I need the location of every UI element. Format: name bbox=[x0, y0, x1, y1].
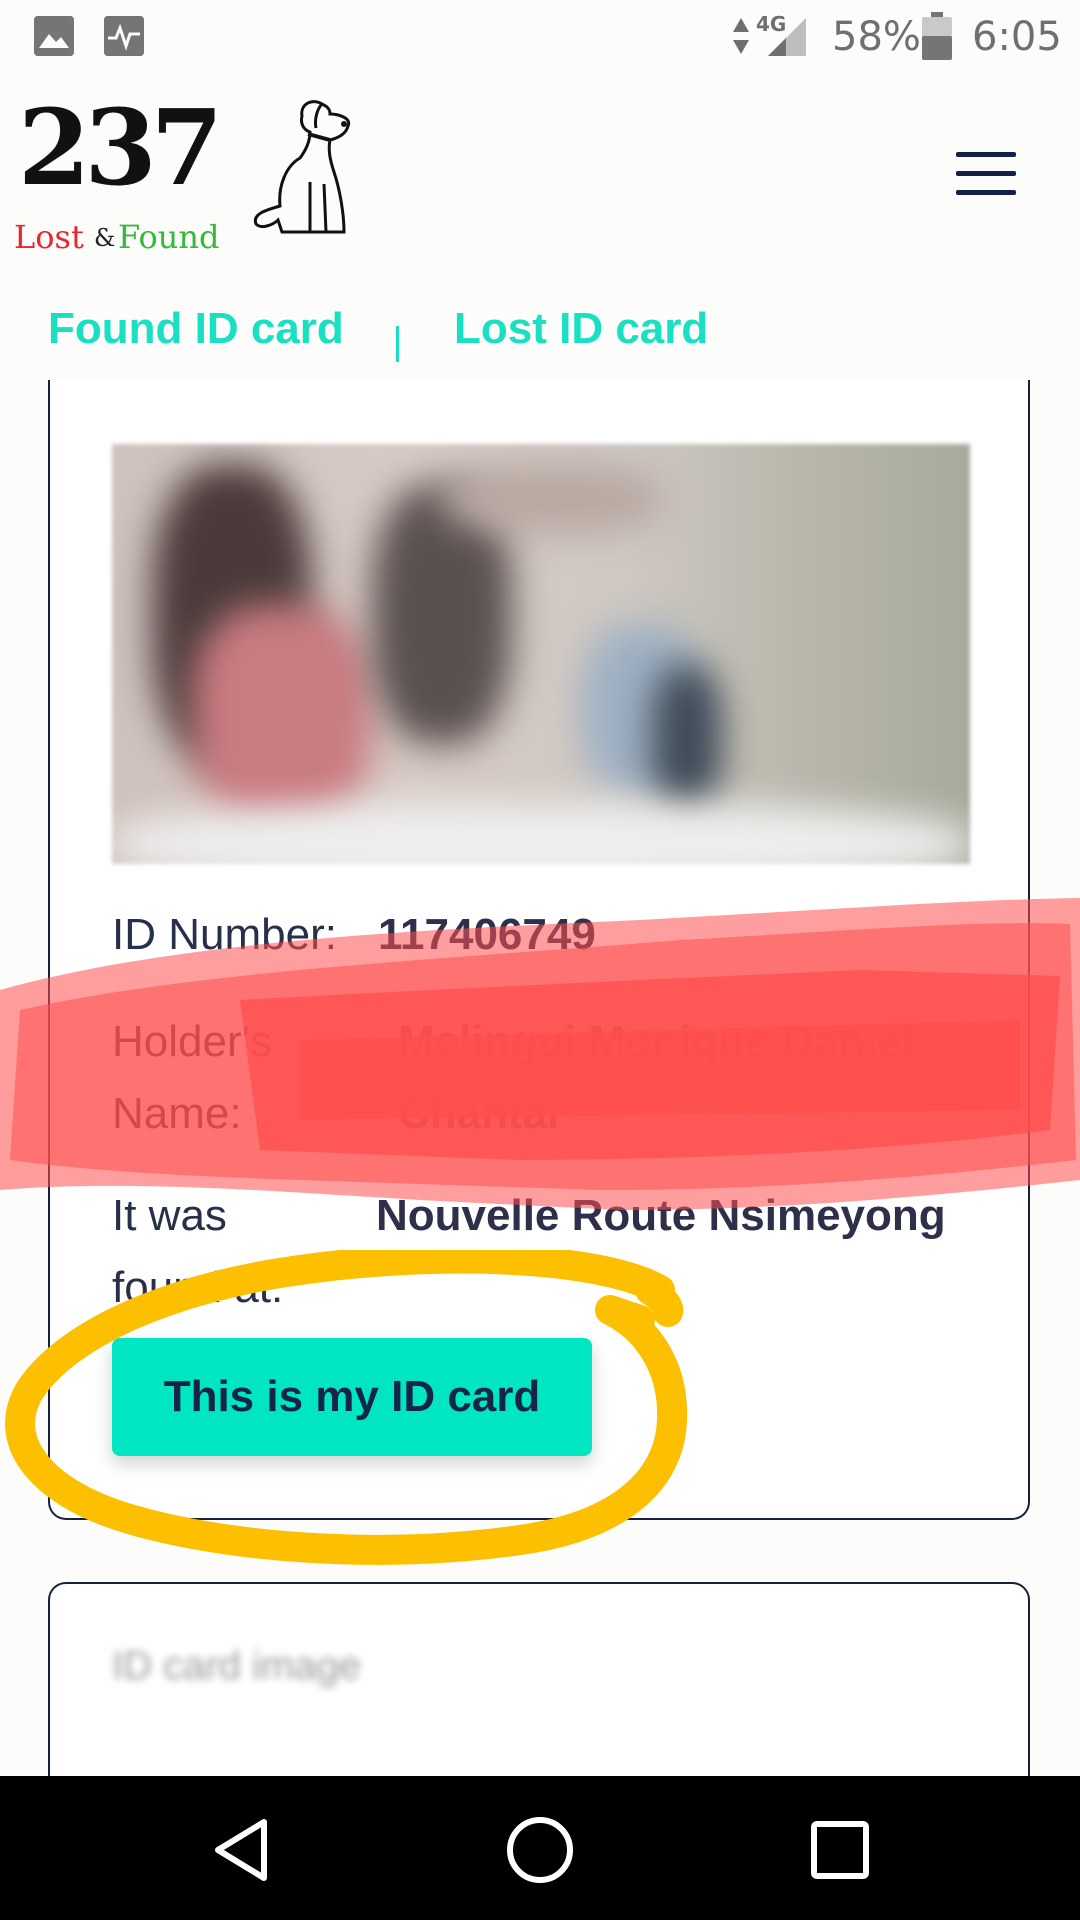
home-icon[interactable] bbox=[502, 1812, 578, 1888]
id-card-photo bbox=[112, 444, 970, 864]
status-bar: 4G 58% 6:05 bbox=[0, 0, 1080, 74]
back-icon[interactable] bbox=[204, 1812, 280, 1888]
hamburger-menu-icon[interactable] bbox=[946, 152, 1016, 198]
tab-label: Found ID card bbox=[48, 304, 344, 353]
id-number-value: 117406749 bbox=[378, 910, 596, 959]
holder-name-value: Melingui Monique Daniel Chantal bbox=[398, 1017, 914, 1138]
screen: 4G 58% 6:05 237 Lost & Found Found ID ca… bbox=[0, 0, 1080, 1920]
signal-icon bbox=[768, 18, 806, 56]
clock: 6:05 bbox=[972, 14, 1062, 60]
holder-name-label: Holder's Name: bbox=[112, 1017, 273, 1138]
tab-label: Lost ID card bbox=[454, 304, 709, 353]
data-arrows-icon bbox=[733, 18, 749, 54]
found-location-value: Nouvelle Route Nsimeyong bbox=[376, 1191, 946, 1240]
claim-id-card-button[interactable]: This is my ID card bbox=[112, 1338, 592, 1456]
activity-icon bbox=[104, 16, 144, 56]
site-header: 237 Lost & Found bbox=[0, 74, 1080, 264]
logo-ampersand: & bbox=[94, 224, 116, 252]
dog-icon bbox=[253, 100, 351, 234]
tab-separator bbox=[396, 326, 399, 362]
battery-percent: 58% bbox=[832, 14, 921, 60]
recents-icon[interactable] bbox=[802, 1812, 878, 1888]
logo-found-text: Found bbox=[118, 218, 220, 256]
id-card-listing: ID Number: 117406749 Holder's Name: Meli… bbox=[48, 380, 1030, 1520]
battery-icon bbox=[922, 12, 952, 60]
id-card-photo-placeholder: ID card image bbox=[112, 1644, 361, 1688]
logo[interactable]: 237 Lost & Found bbox=[14, 86, 354, 256]
image-icon bbox=[34, 16, 74, 56]
logo-lost-text: Lost bbox=[14, 218, 84, 256]
logo-number: 237 bbox=[18, 86, 223, 209]
id-number-label: ID Number: bbox=[112, 910, 337, 959]
system-navigation-bar bbox=[0, 1776, 1080, 1920]
found-location-label: It was found at: bbox=[112, 1191, 284, 1312]
